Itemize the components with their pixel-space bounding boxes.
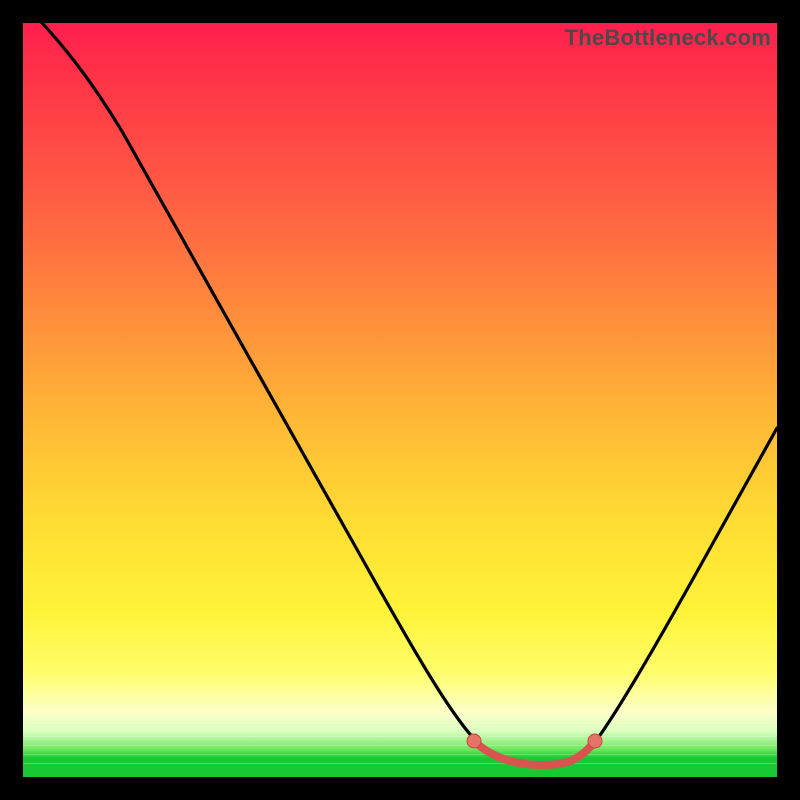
gradient-band-line xyxy=(23,717,777,718)
gradient-band-line xyxy=(23,745,777,746)
curve-minimum-highlight xyxy=(474,741,595,765)
bottleneck-curve xyxy=(23,23,777,777)
curve-min-end-dot xyxy=(588,734,602,748)
gradient-band-line xyxy=(23,726,777,727)
gradient-band-line xyxy=(23,736,777,737)
chart-plot-area: TheBottleneck.com xyxy=(23,23,777,777)
gradient-band-line xyxy=(23,754,777,755)
chart-frame: TheBottleneck.com xyxy=(0,0,800,800)
curve-path xyxy=(23,23,777,765)
watermark-text: TheBottleneck.com xyxy=(565,25,771,51)
curve-min-start-dot xyxy=(467,734,481,748)
gradient-band-line xyxy=(23,763,777,764)
gradient-band-line xyxy=(23,705,777,706)
